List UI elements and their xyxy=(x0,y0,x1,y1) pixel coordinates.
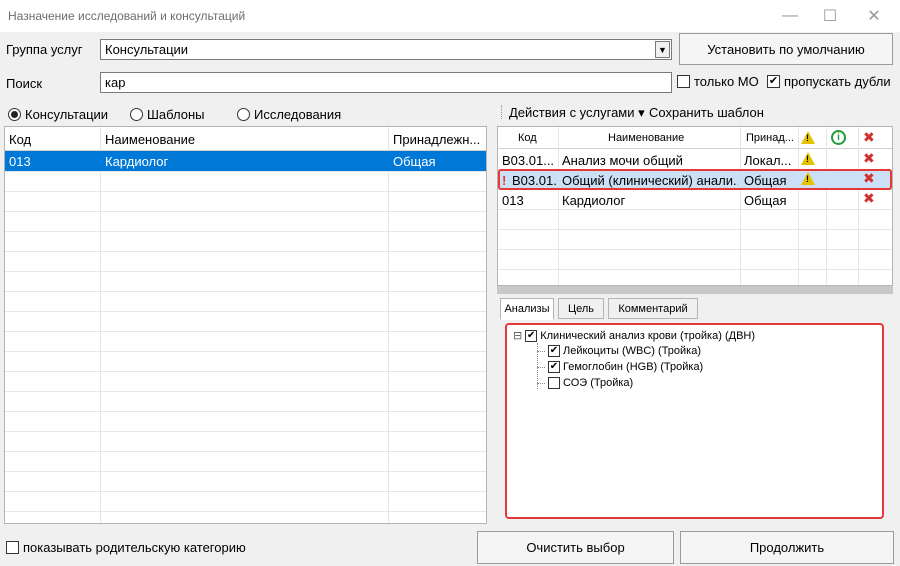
tab-analyses[interactable]: Анализы xyxy=(500,298,554,320)
rrow-name: Анализ мочи общий xyxy=(562,153,683,168)
collapse-icon[interactable]: ⊟ xyxy=(513,329,522,342)
col-code[interactable]: Код xyxy=(9,132,31,147)
group-select[interactable]: Консультации ▼ xyxy=(100,39,672,60)
table-row[interactable]: B03.01... Анализ мочи общий Локал... ✖ xyxy=(498,149,892,169)
radio-templates-label: Шаблоны xyxy=(147,107,205,122)
warning-icon xyxy=(801,131,815,147)
selected-services-table[interactable]: Код Наименование Принад... i ✖ B03.01...… xyxy=(497,126,893,286)
row-name: Кардиолог xyxy=(105,154,169,169)
tab-goal[interactable]: Цель xyxy=(558,298,604,319)
continue-button[interactable]: Продолжить xyxy=(680,531,894,564)
radio-studies-label: Исследования xyxy=(254,107,342,122)
tree-root-label: Клинический анализ крови (тройка) (ДВН) xyxy=(540,329,756,342)
window-title: Назначение исследований и консультаций xyxy=(8,9,246,23)
col-owner[interactable]: Принадлежн... xyxy=(393,132,485,147)
radio-consultations[interactable]: Консультации xyxy=(8,107,108,122)
rrow-name: Кардиолог xyxy=(562,193,626,208)
warning-icon xyxy=(801,152,815,168)
radio-templates-circle[interactable] xyxy=(130,108,143,121)
row-code: 013 xyxy=(9,154,31,169)
save-template-button[interactable]: Сохранить шаблон xyxy=(649,105,764,120)
tree-child-node[interactable]: ✔ Лейкоциты (WBC) (Тройка) xyxy=(537,345,701,357)
only-mo-check-box[interactable] xyxy=(677,75,690,88)
search-input[interactable]: кар xyxy=(100,72,672,93)
group-label: Группа услуг xyxy=(6,42,83,57)
tab-comment[interactable]: Комментарий xyxy=(608,298,698,319)
show-parent-check-box[interactable] xyxy=(6,541,19,554)
actions-menu[interactable]: Действия с услугами ▾ xyxy=(509,105,645,121)
tree-root-checkbox[interactable]: ✔ xyxy=(525,329,538,342)
tree-root-node[interactable]: ⊟ ✔ Клинический анализ крови (тройка) (Д… xyxy=(513,329,755,342)
tree-child-checkbox[interactable]: ✔ xyxy=(548,345,560,357)
radio-studies[interactable]: Исследования xyxy=(237,107,341,122)
info-icon: i xyxy=(831,130,846,145)
tree-child-node[interactable]: СОЭ (Тройка) xyxy=(537,377,633,389)
table-row[interactable]: 013 Кардиолог Общая xyxy=(5,151,486,171)
skip-dupes-checkbox[interactable]: ✔ пропускать дубли xyxy=(767,74,891,89)
tree-child-checkbox[interactable]: ✔ xyxy=(548,361,560,373)
show-parent-checkbox[interactable]: показывать родительскую категорию xyxy=(6,540,246,555)
set-default-button[interactable]: Установить по умолчанию xyxy=(679,33,893,65)
minimize-button[interactable]: — xyxy=(770,4,810,28)
radio-templates[interactable]: Шаблоны xyxy=(130,107,205,122)
tree-child-checkbox[interactable] xyxy=(548,377,560,389)
close-button[interactable]: ✕ xyxy=(854,4,894,28)
rcol-name[interactable]: Наименование xyxy=(608,132,684,144)
maximize-button[interactable]: ☐ xyxy=(810,4,850,28)
tree-child-label: СОЭ (Тройка) xyxy=(563,377,634,389)
delete-icon[interactable]: ✖ xyxy=(863,151,875,165)
rcol-code[interactable]: Код xyxy=(518,132,537,144)
analyses-tree[interactable]: ⊟ ✔ Клинический анализ крови (тройка) (Д… xyxy=(505,323,884,519)
radio-consultations-circle[interactable] xyxy=(8,108,21,121)
delete-icon: ✖ xyxy=(863,130,875,144)
row-owner: Общая xyxy=(393,154,436,169)
table-row[interactable]: 013 Кардиолог Общая ✖ xyxy=(498,190,892,209)
radio-consultations-label: Консультации xyxy=(25,107,109,122)
group-value: Консультации xyxy=(105,42,189,57)
only-mo-checkbox[interactable]: только МО xyxy=(677,74,759,89)
services-table-header: Код Наименование Принадлежн... xyxy=(5,127,486,151)
clear-selection-button[interactable]: Очистить выбор xyxy=(477,531,674,564)
rrow-code: 013 xyxy=(502,193,524,208)
rrow-owner: Локал... xyxy=(744,153,792,168)
rrow-owner: Общая xyxy=(744,193,787,208)
title-bar: Назначение исследований и консультаций —… xyxy=(0,0,900,32)
show-parent-label: показывать родительскую категорию xyxy=(23,540,246,555)
highlight-frame xyxy=(498,169,892,190)
right-toolbar: Действия с услугами ▾ Сохранить шаблон xyxy=(497,102,893,124)
chevron-down-icon[interactable]: ▼ xyxy=(655,41,670,58)
radio-studies-circle[interactable] xyxy=(237,108,250,121)
only-mo-label: только МО xyxy=(694,74,759,89)
services-table[interactable]: Код Наименование Принадлежн... 013 Карди… xyxy=(4,126,487,524)
rrow-code: B03.01... xyxy=(502,153,555,168)
col-name[interactable]: Наименование xyxy=(105,132,195,147)
horizontal-scrollbar[interactable] xyxy=(497,286,893,294)
search-value: кар xyxy=(105,75,126,90)
search-label: Поиск xyxy=(6,76,43,91)
rcol-owner[interactable]: Принад... xyxy=(746,132,794,144)
menu-caret-icon: ▾ xyxy=(638,105,645,120)
skip-dupes-label: пропускать дубли xyxy=(784,74,891,89)
skip-dupes-check-box[interactable]: ✔ xyxy=(767,75,780,88)
tree-child-node[interactable]: ✔ Гемоглобин (HGB) (Тройка) xyxy=(537,361,703,373)
delete-icon[interactable]: ✖ xyxy=(863,191,875,205)
tree-child-label: Гемоглобин (HGB) (Тройка) xyxy=(563,361,704,373)
tree-child-label: Лейкоциты (WBC) (Тройка) xyxy=(563,345,702,357)
